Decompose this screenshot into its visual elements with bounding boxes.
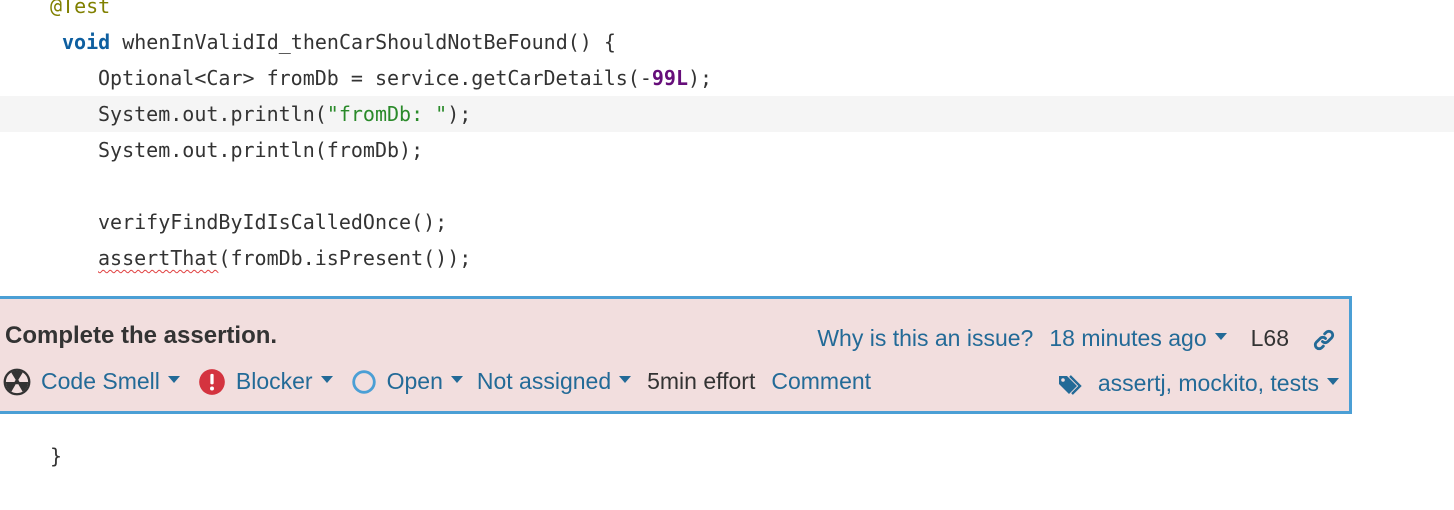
test-annotation: @Test — [50, 0, 111, 18]
optional-statement-end: ); — [688, 66, 713, 90]
time-ago-label: 18 minutes ago — [1049, 325, 1207, 352]
issue-meta-bottom: Code Smell Blocker Open Not assigned 5mi… — [3, 367, 871, 396]
closing-brace: } — [50, 444, 63, 468]
verify-call: verifyFindByIdIsCalledOnce(); — [98, 210, 448, 234]
chevron-down-icon — [320, 375, 333, 383]
effort-label: 5min effort — [647, 367, 756, 394]
print2-call: System.out.println(fromDb); — [98, 138, 424, 162]
code-line-print1: System.out.println("fromDb: "); — [0, 96, 1454, 132]
status-label: Open — [386, 367, 443, 394]
assignee-label: Not assigned — [476, 367, 612, 394]
code-line-method: void whenInValidId_thenCarShouldNotBeFou… — [0, 24, 1454, 60]
assert-that-flagged[interactable]: assertThat — [98, 246, 218, 270]
code-line-assert: assertThat(fromDb.isPresent()); — [0, 240, 1454, 276]
issue-meta-top: Why is this an issue? 18 minutes ago L68 — [817, 325, 1337, 353]
type-dropdown[interactable]: Code Smell — [3, 367, 180, 396]
issue-message[interactable]: Complete the assertion. — [5, 322, 277, 350]
code-smell-icon — [3, 367, 31, 396]
string-literal: "fromDb: " — [326, 102, 448, 126]
line-reference: L68 — [1250, 325, 1289, 352]
tags-label: assertj, mockito, tests — [1097, 370, 1319, 397]
chevron-down-icon — [1214, 333, 1227, 341]
time-ago-dropdown[interactable]: 18 minutes ago — [1049, 325, 1227, 352]
issue-box[interactable]: Complete the assertion. Why is this an i… — [0, 296, 1352, 414]
chevron-down-icon — [1327, 378, 1339, 386]
code-line-annotation: @Test — [0, 0, 1454, 24]
code-line-verify: verifyFindByIdIsCalledOnce(); — [0, 204, 1454, 240]
method-signature: whenInValidId_thenCarShouldNotBeFound() … — [110, 30, 616, 54]
assignee-dropdown[interactable]: Not assigned — [476, 367, 632, 395]
code-line-closing: } — [0, 438, 1454, 474]
tags-icon — [1058, 370, 1088, 398]
chevron-down-icon — [167, 375, 180, 383]
link-icon[interactable] — [1311, 325, 1337, 353]
severity-dropdown[interactable]: Blocker — [198, 367, 333, 396]
number-literal: 99L — [651, 66, 689, 90]
print1-call: System.out.println( — [98, 102, 327, 126]
severity-label: Blocker — [235, 367, 313, 394]
chevron-down-icon — [450, 375, 463, 383]
code-line-optional: Optional<Car> fromDb = service.getCarDet… — [0, 60, 1454, 96]
open-status-icon — [351, 368, 377, 396]
type-label: Code Smell — [41, 367, 160, 394]
print1-call-end: ); — [447, 102, 472, 126]
optional-statement: Optional<Car> fromDb = service.getCarDet… — [98, 66, 652, 90]
assert-args: (fromDb.isPresent()); — [218, 246, 472, 270]
status-dropdown[interactable]: Open — [351, 368, 463, 396]
comment-link[interactable]: Comment — [771, 368, 871, 395]
void-keyword: void — [62, 30, 111, 54]
tags-dropdown[interactable]: assertj, mockito, tests — [1058, 370, 1339, 398]
code-line-print2: System.out.println(fromDb); — [0, 132, 1454, 168]
chevron-down-icon — [619, 375, 632, 383]
why-issue-link[interactable]: Why is this an issue? — [817, 325, 1033, 352]
blocker-icon — [198, 367, 226, 396]
